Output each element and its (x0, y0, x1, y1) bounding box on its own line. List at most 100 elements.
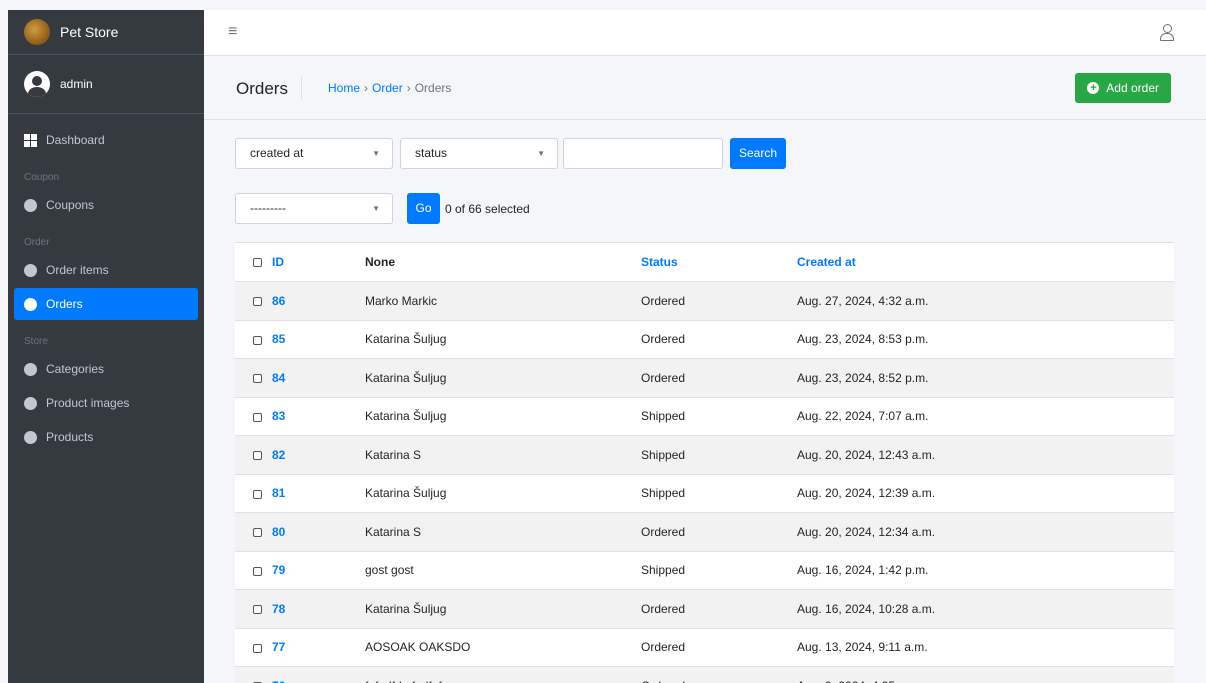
table-row: 77 AOSOAK OAKSDO Ordered Aug. 13, 2024, … (235, 628, 1174, 667)
sort-select-value: created at (250, 146, 304, 160)
table-row: 81 Katarina Šuljug Shipped Aug. 20, 2024… (235, 474, 1174, 513)
circle-icon (24, 430, 37, 444)
sidebar-item-categories[interactable]: Categories (14, 353, 198, 385)
sidebar-item-coupons[interactable]: Coupons (14, 189, 198, 221)
top-navbar: ≡ (204, 10, 1206, 56)
row-checkbox[interactable] (253, 374, 262, 384)
order-id-link[interactable]: 83 (262, 397, 365, 436)
row-checkbox[interactable] (253, 451, 262, 461)
plus-circle-icon: + (1087, 82, 1100, 94)
nav-header-order: Order (24, 237, 50, 248)
breadcrumb-current: Orders (414, 81, 452, 95)
order-created: Aug. 20, 2024, 12:39 a.m. (797, 474, 1174, 513)
row-checkbox[interactable] (253, 528, 262, 538)
action-select[interactable]: --------- ▼ (235, 193, 393, 224)
order-id-link[interactable]: 81 (262, 474, 365, 513)
row-checkbox[interactable] (253, 605, 262, 615)
sidebar-item-orders[interactable]: Orders (14, 288, 198, 320)
breadcrumb-separator: › (406, 81, 411, 95)
status-select[interactable]: status ▼ (400, 138, 558, 169)
circle-icon (24, 263, 37, 277)
table-header-row: ID None Status Created at (235, 243, 1174, 282)
order-name: Marko Markic (365, 281, 641, 321)
row-checkbox-cell (235, 281, 262, 321)
order-id-link[interactable]: 86 (262, 281, 365, 321)
table-row: 79 gost gost Shipped Aug. 16, 2024, 1:42… (235, 551, 1174, 590)
sidebar-item-products[interactable]: Products (14, 421, 198, 453)
order-id-link[interactable]: 76 (262, 666, 365, 683)
order-status: Shipped (641, 435, 797, 475)
search-button[interactable]: Search (730, 138, 786, 169)
select-all-checkbox[interactable] (253, 258, 262, 268)
order-name: Katarina Šuljug (365, 589, 641, 629)
table-row: 85 Katarina Šuljug Ordered Aug. 23, 2024… (235, 320, 1174, 359)
order-id-link[interactable]: 77 (262, 628, 365, 667)
order-id-link[interactable]: 78 (262, 589, 365, 629)
dashboard-grid-icon (24, 133, 37, 147)
row-checkbox[interactable] (253, 335, 262, 345)
content-header: Orders Home › Order › Orders + Add order (204, 56, 1206, 120)
row-checkbox-cell (235, 397, 262, 436)
table-row: 78 Katarina Šuljug Ordered Aug. 16, 2024… (235, 589, 1174, 629)
search-input[interactable] (563, 138, 723, 169)
sidebar-item-label: Orders (46, 297, 83, 311)
order-status: Ordered (641, 358, 797, 398)
order-created: Aug. 20, 2024, 12:34 a.m. (797, 512, 1174, 552)
row-checkbox[interactable] (253, 566, 262, 576)
breadcrumb-order[interactable]: Order (372, 81, 403, 95)
sort-select[interactable]: created at ▼ (235, 138, 393, 169)
order-status: Shipped (641, 551, 797, 590)
user-avatar-icon (24, 71, 50, 97)
order-created: Aug. 23, 2024, 8:52 p.m. (797, 358, 1174, 398)
sidebar-item-order-items[interactable]: Order items (14, 254, 198, 286)
table-row: 86 Marko Markic Ordered Aug. 27, 2024, 4… (235, 281, 1174, 321)
sidebar-item-product-images[interactable]: Product images (14, 387, 198, 419)
order-id-link[interactable]: 85 (262, 320, 365, 359)
order-name: Katarina S (365, 435, 641, 475)
table-row: 84 Katarina Šuljug Ordered Aug. 23, 2024… (235, 358, 1174, 398)
breadcrumb-home[interactable]: Home (328, 81, 360, 95)
sidebar-item-label: Categories (46, 362, 105, 376)
table-row: 80 Katarina S Ordered Aug. 20, 2024, 12:… (235, 512, 1174, 552)
row-checkbox-cell (235, 474, 262, 513)
circle-icon (24, 362, 37, 376)
sidebar-item-label: Products (46, 430, 94, 444)
add-order-button[interactable]: + Add order (1075, 73, 1171, 103)
circle-icon (24, 198, 37, 212)
order-id-link[interactable]: 80 (262, 512, 365, 552)
user-panel[interactable]: admin (8, 55, 204, 114)
brand-link[interactable]: Pet Store (8, 10, 204, 55)
sidebar-item-dashboard[interactable]: Dashboard (14, 124, 198, 156)
order-created: Aug. 16, 2024, 1:42 p.m. (797, 551, 1174, 590)
hamburger-icon[interactable]: ≡ (228, 24, 237, 40)
sidebar: Pet Store admin Dashboard Coupon Coupons… (8, 10, 204, 683)
user-icon[interactable] (1160, 24, 1174, 41)
row-checkbox[interactable] (253, 643, 262, 653)
row-checkbox-cell (235, 589, 262, 629)
status-select-value: status (415, 146, 448, 160)
table-row: 76 fafadfda fadfafa Ordered Aug. 9, 2024… (235, 666, 1174, 683)
row-checkbox[interactable] (253, 489, 262, 499)
column-header-id[interactable]: ID (262, 243, 365, 282)
table-row: 82 Katarina S Shipped Aug. 20, 2024, 12:… (235, 435, 1174, 475)
order-status: Ordered (641, 628, 797, 667)
order-status: Shipped (641, 474, 797, 513)
row-checkbox[interactable] (253, 412, 262, 422)
title-divider (301, 76, 302, 100)
order-name: gost gost (365, 551, 641, 590)
order-status: Ordered (641, 320, 797, 359)
page-title: Orders (236, 79, 288, 98)
go-button[interactable]: Go (407, 193, 440, 224)
order-name: fafadfda fadfafa (365, 666, 641, 683)
order-id-link[interactable]: 79 (262, 551, 365, 590)
order-id-link[interactable]: 82 (262, 435, 365, 475)
user-name: admin (60, 77, 93, 91)
row-checkbox-cell (235, 551, 262, 590)
order-name: Katarina S (365, 512, 641, 552)
row-checkbox[interactable] (253, 297, 262, 307)
select-all-cell (235, 243, 262, 282)
order-id-link[interactable]: 84 (262, 358, 365, 398)
column-header-created[interactable]: Created at (797, 243, 1174, 282)
column-header-status[interactable]: Status (641, 243, 797, 282)
circle-icon (24, 396, 37, 410)
